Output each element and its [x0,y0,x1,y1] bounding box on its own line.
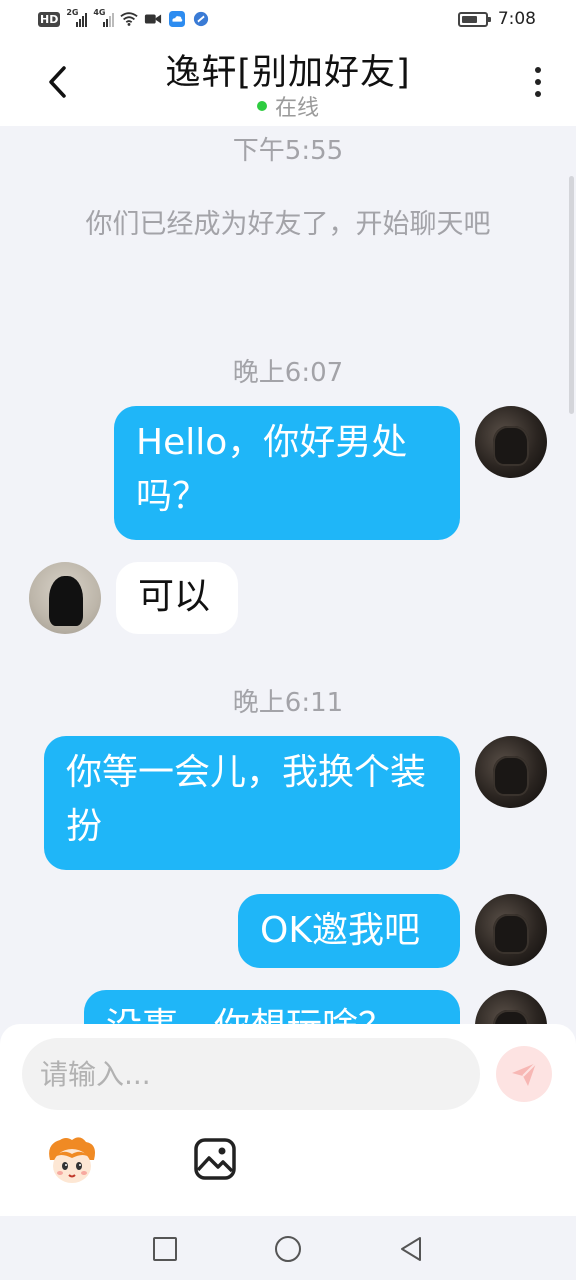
signal-4g-icon: 4G [93,8,115,27]
app-notification-icon [194,11,209,27]
home-button[interactable] [271,1232,305,1266]
online-status-label: 在线 [274,96,319,121]
message-list[interactable]: 下午5:55 你们已经成为好友了，开始聊天吧 晚上6:07 Hello，你好男处… [0,126,576,1024]
chat-screen: HD 2G 4G 7:08 逸轩[别加好友] 在线 下午5:55 你们已经成为好… [0,0,576,1280]
timestamp: 下午5:55 [232,136,344,166]
my-avatar[interactable] [475,990,547,1024]
battery-level [461,15,478,23]
image-icon[interactable] [192,1136,238,1182]
wifi-icon [120,12,138,26]
message-composer [0,1024,576,1216]
cartoon-emoji-icon[interactable] [44,1134,100,1186]
send-button[interactable] [496,1046,552,1102]
my-avatar[interactable] [475,894,547,966]
timestamp: 晚上6:07 [232,358,344,388]
cloud-app-icon [169,11,186,27]
status-bar: HD 2G 4G 7:08 [0,0,576,38]
system-message: 你们已经成为好友了，开始聊天吧 [85,209,491,240]
hd-badge: HD [38,11,61,27]
battery-icon [457,11,491,27]
circle-icon [275,1236,301,1262]
online-status: 在线 [0,90,576,122]
outgoing-message[interactable]: Hello，你好男处吗？ [114,406,460,540]
online-dot-icon [256,101,267,111]
square-icon [153,1237,177,1261]
more-options-button[interactable] [528,60,548,104]
signal-2g-icon: 2G [66,8,88,27]
timestamp: 晚上6:11 [232,688,344,718]
chat-header: 逸轩[别加好友] 在线 [0,38,576,126]
send-icon [512,1062,537,1086]
incoming-message[interactable]: 可以 [116,562,238,634]
contact-avatar[interactable] [29,562,101,634]
recents-button[interactable] [148,1232,182,1266]
system-navigation-bar [0,1216,576,1280]
signal-2g-label: 2G [66,8,79,17]
triangle-back-icon [401,1237,421,1261]
message-input[interactable] [22,1038,480,1110]
outgoing-message[interactable]: 没事，你想玩啥？ [84,990,460,1024]
clock: 7:08 [497,9,536,29]
nav-back-button[interactable] [394,1232,428,1266]
my-avatar[interactable] [475,406,547,478]
my-avatar[interactable] [475,736,547,808]
outgoing-message[interactable]: 你等一会儿，我换个装扮 [44,736,460,870]
video-camera-icon [145,14,162,24]
signal-4g-label: 4G [93,8,106,17]
contact-name: 逸轩[别加好友] [165,53,411,93]
outgoing-message[interactable]: OK邀我吧 [238,894,460,968]
